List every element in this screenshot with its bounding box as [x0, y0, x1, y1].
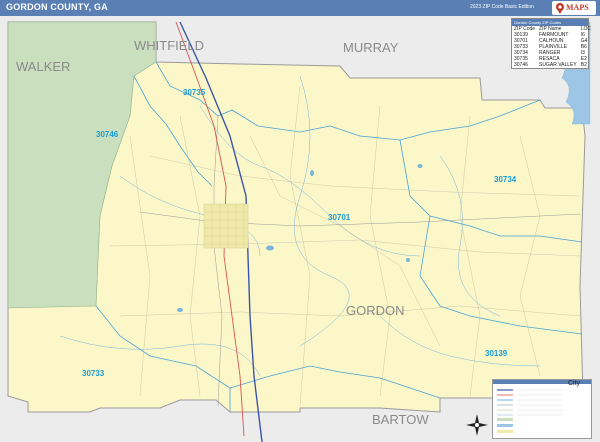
brand-logo: MAPS — [552, 1, 596, 15]
logo-text: MAPS — [566, 3, 589, 12]
map-page: GORDON COUNTY, GA 2023 ZIP Code Basic Ed… — [0, 0, 600, 442]
zip-label-30734[interactable]: 30734 — [494, 175, 517, 184]
murray-label: MURRAY — [343, 40, 399, 55]
zip-table-header: Gordon County ZIP Codes — [512, 19, 588, 26]
walker-label: WALKER — [16, 59, 70, 74]
city-symbol-legend: City — [568, 380, 580, 387]
compass-rose-icon — [466, 414, 488, 436]
zip-label-30701[interactable]: 30701 — [328, 213, 351, 222]
title-bar: GORDON COUNTY, GA 2023 ZIP Code Basic Ed… — [0, 0, 600, 16]
legend-water-swatch — [497, 424, 513, 427]
legend-symbols — [497, 389, 563, 433]
zip-label-30733[interactable]: 30733 — [82, 369, 105, 378]
bartow-label: BARTOW — [372, 412, 429, 427]
edition-label: 2023 ZIP Code Basic Edition — [470, 4, 534, 10]
calhoun-city-area[interactable] — [203, 203, 249, 249]
cell-name: SUGAR VALLEY — [539, 62, 577, 68]
zip-label-30139[interactable]: 30139 — [485, 349, 508, 358]
cell-zip: 30746 — [514, 62, 528, 68]
map-title: GORDON COUNTY, GA — [6, 2, 108, 12]
zip-label-30746[interactable]: 30746 — [96, 130, 119, 139]
whitfield-label: WHITFIELD — [134, 38, 204, 53]
cell-loc: B2 — [580, 62, 587, 68]
map-legend — [492, 379, 592, 439]
pin-icon — [556, 3, 564, 14]
legend-city-swatch — [497, 430, 513, 433]
city-symbol-label: City — [568, 380, 581, 387]
zip-code-table: Gordon County ZIP Codes ZIP Code ZIP Nam… — [511, 18, 591, 69]
table-row: 30746 SUGAR VALLEY B2 — [512, 62, 593, 68]
zip-label-30735[interactable]: 30735 — [183, 88, 206, 97]
county-name-label: GORDON — [346, 303, 405, 318]
legend-forest-swatch — [497, 418, 513, 421]
